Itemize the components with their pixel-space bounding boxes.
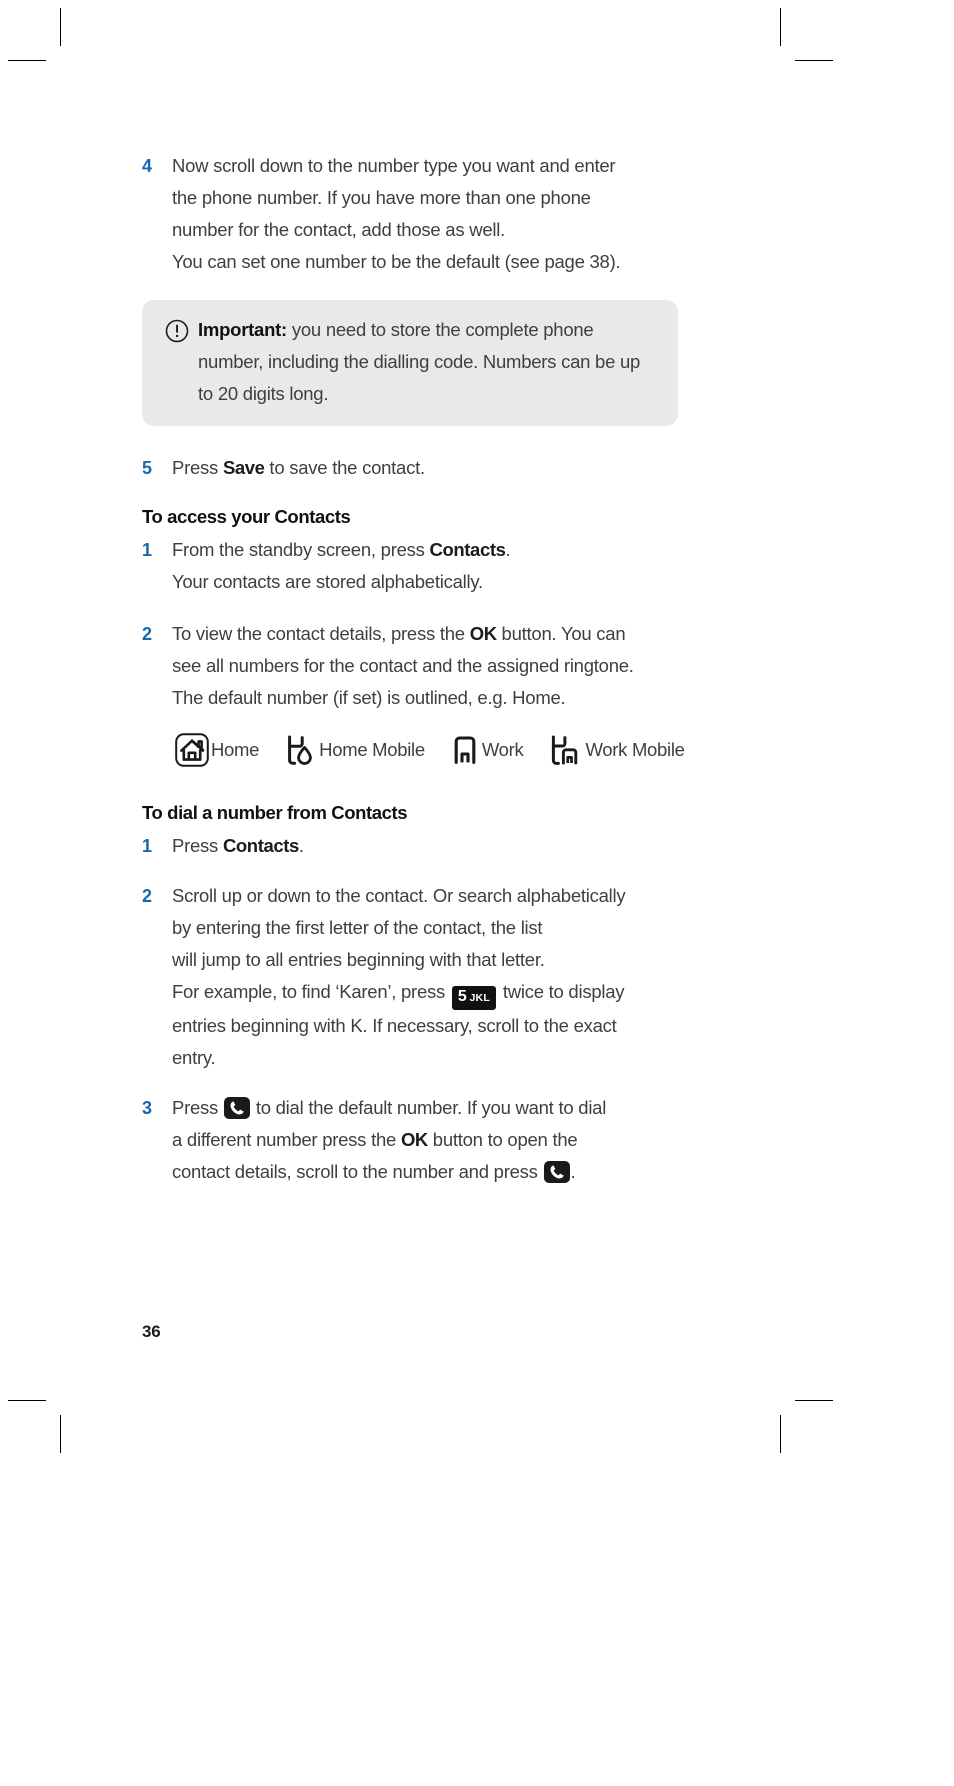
step-line: entries beginning with K. If necessary, … — [172, 1015, 617, 1036]
ui-term-save: Save — [222, 457, 265, 478]
step-text-post: button to open the — [427, 1129, 578, 1150]
call-key-icon — [543, 1161, 570, 1183]
legend-label: Work — [481, 739, 524, 760]
step-number: 2 — [142, 624, 152, 644]
step-text-pre: Press — [172, 1097, 223, 1118]
step-line: Press to dial the default number. If you… — [172, 1092, 722, 1124]
step-line: contact details, scroll to the number an… — [172, 1156, 722, 1188]
step-text-pre: For example, to find ‘Karen’, press — [172, 981, 450, 1002]
dial-step-1: 1 Press Contacts. — [142, 830, 722, 862]
step-line: You can set one number to be the default… — [172, 251, 621, 272]
ui-term-ok: OK — [469, 623, 497, 644]
legend-item-work-mobile: Work Mobile — [549, 733, 685, 767]
important-callout: Important: you need to store the complet… — [142, 300, 678, 426]
heading-to-access-contacts: To access your Contacts — [142, 506, 351, 527]
step-line: From the standby screen, press Contacts. — [172, 534, 722, 566]
callout-line: number, including the dialling code. Num… — [198, 351, 616, 372]
step-line: a different number press the OK button t… — [172, 1124, 722, 1156]
work-mobile-icon — [549, 733, 581, 767]
page-content: 4 Now scroll down to the number type you… — [142, 150, 722, 1188]
step-text-pre: Press — [172, 457, 223, 478]
step-text-pre: a different number press the — [172, 1129, 401, 1150]
step-text-post: . — [505, 539, 511, 560]
step-number: 3 — [142, 1098, 152, 1118]
legend-item-work: Work — [451, 733, 524, 767]
step-number: 1 — [142, 540, 152, 560]
crop-mark-bottom-right-vertical — [780, 1415, 781, 1453]
ui-term-contacts: Contacts — [222, 835, 299, 856]
step-text: Press Contacts. — [172, 830, 722, 862]
access-step-2: 2 To view the contact details, press the… — [142, 618, 722, 714]
step-text: Scroll up or down to the contact. Or sea… — [172, 880, 722, 1074]
crop-mark-top-left-vertical — [60, 8, 61, 46]
step-text: From the standby screen, press Contacts.… — [172, 534, 722, 598]
crop-mark-top-right-vertical — [780, 8, 781, 46]
legend-label: Home — [211, 739, 260, 760]
step-text-pre: To view the contact details, press the — [172, 623, 470, 644]
step-text-post: twice to display — [497, 981, 625, 1002]
step-number: 4 — [142, 156, 152, 176]
step-text-pre: From the standby screen, press — [172, 539, 430, 560]
step-text-post: . — [298, 835, 304, 856]
step-text: To view the contact details, press the O… — [172, 618, 722, 714]
step-line: Your contacts are stored alphabetically. — [172, 571, 483, 592]
step-text-post: to save the contact. — [264, 457, 425, 478]
step-line: number for the contact, add those as wel… — [172, 219, 505, 240]
dial-step-3: 3 Press to dial the default number. If y… — [142, 1092, 722, 1188]
access-step-1: 1 From the standby screen, press Contact… — [142, 534, 722, 598]
callout-label: Important: — [198, 319, 287, 340]
crop-mark-top-right-horizontal — [795, 60, 833, 61]
step-line: entry. — [172, 1047, 216, 1068]
step-line: The default number (if set) is outlined,… — [172, 687, 566, 708]
step-number: 1 — [142, 836, 152, 856]
callout-text: Important: you need to store the complet… — [198, 314, 656, 410]
step-text-post: . — [570, 1161, 576, 1182]
crop-mark-bottom-left-vertical — [60, 1415, 61, 1453]
step-line: by entering the first letter of the cont… — [172, 917, 543, 938]
work-icon — [451, 733, 479, 767]
page-number: 36 — [142, 1322, 161, 1341]
step-text-pre: contact details, scroll to the number an… — [172, 1161, 543, 1182]
crop-mark-bottom-right-horizontal — [795, 1400, 833, 1401]
step-number: 2 — [142, 886, 152, 906]
legend-item-home-mobile: Home Mobile — [285, 733, 425, 767]
step-line: For example, to find ‘Karen’, press 5 JKL… — [172, 976, 722, 1010]
step-4: 4 Now scroll down to the number type you… — [142, 150, 722, 278]
step-5: 5 Press Save to save the contact. — [142, 452, 722, 484]
step-line: the phone number. If you have more than … — [172, 187, 591, 208]
callout-line: you need to store the complete phone — [286, 319, 594, 340]
ui-term-contacts: Contacts — [429, 539, 506, 560]
number-type-legend: Home Home Mobile Work Work Mobile — [174, 732, 722, 768]
ui-term-ok: OK — [400, 1129, 428, 1150]
keypad-5-icon: 5 JKL — [451, 986, 496, 1010]
legend-label: Home Mobile — [319, 739, 425, 760]
callout-first-line: Important: you need to store the complet… — [198, 319, 594, 340]
home-outlined-icon — [174, 732, 210, 768]
step-text: Press to dial the default number. If you… — [172, 1092, 722, 1188]
step-line: will jump to all entries beginning with … — [172, 949, 545, 970]
exclamation-circle-icon — [164, 314, 198, 349]
step-text-pre: Press — [172, 835, 223, 856]
step-line: To view the contact details, press the O… — [172, 618, 722, 650]
keycap-number: 5 — [457, 988, 467, 1005]
step-number: 5 — [142, 458, 152, 478]
step-text: Now scroll down to the number type you w… — [172, 150, 722, 278]
step-text-mid: to dial the default number. If you want … — [250, 1097, 607, 1118]
step-line: Scroll up or down to the contact. Or sea… — [172, 885, 626, 906]
step-text-post: button. You can — [496, 623, 626, 644]
heading-to-dial-number: To dial a number from Contacts — [142, 802, 408, 823]
dial-step-2: 2 Scroll up or down to the contact. Or s… — [142, 880, 722, 1074]
step-text: Press Save to save the contact. — [172, 452, 722, 484]
home-mobile-icon — [285, 733, 315, 767]
legend-item-home: Home — [174, 732, 259, 768]
call-key-icon — [223, 1097, 250, 1119]
step-line: see all numbers for the contact and the … — [172, 655, 634, 676]
step-line: Now scroll down to the number type you w… — [172, 155, 616, 176]
legend-label: Work Mobile — [585, 739, 685, 760]
crop-mark-top-left-horizontal — [8, 60, 46, 61]
keycap-letters: JKL — [469, 992, 490, 1004]
crop-mark-bottom-left-horizontal — [8, 1400, 46, 1401]
